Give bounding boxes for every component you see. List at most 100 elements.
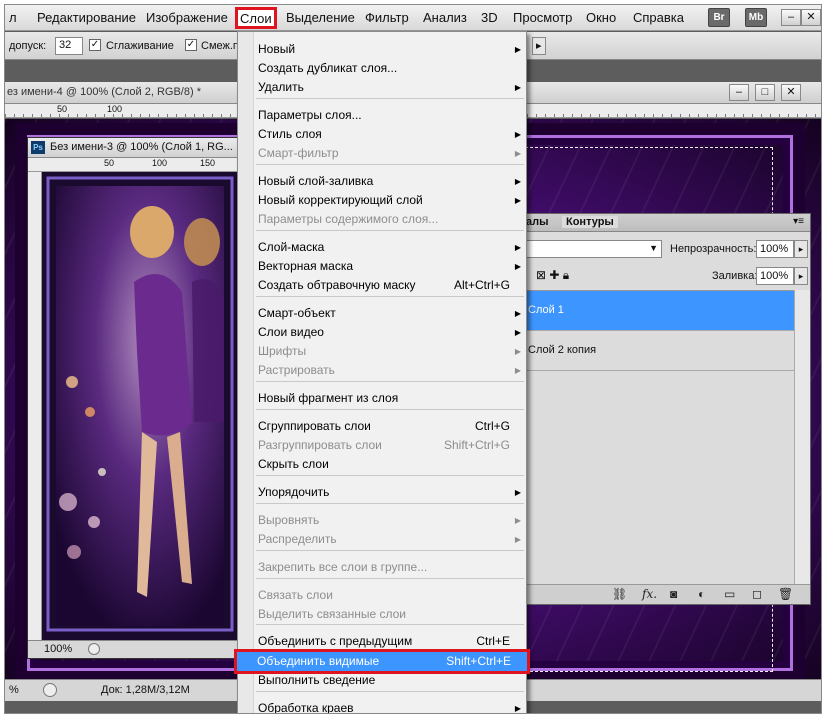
trash-icon[interactable]: 🗑︎ (778, 587, 793, 601)
document-3-window: Ps Без имени-3 @ 100% (Слой 1, RG... 50 … (27, 137, 239, 659)
menu-item[interactable]: Стиль слоя ▶ (238, 125, 526, 144)
menu-item[interactable]: Сгруппировать слои Ctrl+G (238, 417, 526, 436)
menu-item[interactable]: Упорядочить ▶ (238, 483, 526, 502)
menu-item[interactable]: Новый фрагмент из слоя (238, 389, 526, 408)
menu-item: Выделить связанные слои (238, 605, 526, 624)
menu-item-label: Растрировать (258, 363, 335, 377)
menu-filter[interactable]: Фильтр (365, 10, 409, 25)
menu-item-label: Шрифты (258, 344, 307, 358)
antialias-checkbox[interactable]: ✓ (89, 39, 101, 51)
fill-arrow-button[interactable]: ▸ (794, 267, 808, 285)
menu-item[interactable]: Новый ▶ (238, 40, 526, 59)
document-3-title: Без имени-3 @ 100% (Слой 1, RG... (50, 141, 233, 153)
menu-item[interactable]: Векторная маска ▶ (238, 257, 526, 276)
submenu-arrow-icon: ▶ (514, 366, 521, 375)
menu-analysis[interactable]: Анализ (423, 10, 467, 25)
layers-scrollbar[interactable] (794, 290, 810, 586)
menu-item-label: Слой-маска (258, 240, 325, 254)
menu-image[interactable]: Изображение (146, 10, 228, 25)
menu-layers[interactable]: Слои (235, 7, 277, 29)
link-icon[interactable]: ⛓ (612, 587, 627, 601)
layer-row[interactable]: Слой 2 копия (522, 331, 794, 371)
menu-separator (256, 503, 524, 504)
submenu-arrow-icon: ▶ (514, 328, 521, 337)
menu-item[interactable]: Слой-маска ▶ (238, 238, 526, 257)
menu-item-shortcut: Alt+Ctrl+G (453, 278, 510, 292)
menu-item: Параметры содержимого слоя... (238, 210, 526, 229)
menu-3d[interactable]: 3D (481, 10, 498, 25)
photoshop-window: л Редактирование Изображение Слои Выделе… (4, 4, 822, 714)
opacity-input[interactable]: 100% (756, 240, 794, 258)
blend-mode-select[interactable]: ▼ (522, 240, 662, 258)
menu-item[interactable]: Новый слой-заливка ▶ (238, 172, 526, 191)
menu-item-label: Объединить видимые (257, 654, 380, 668)
mask-icon[interactable]: ◙ (670, 587, 677, 601)
menu-separator (256, 381, 524, 382)
contiguous-checkbox[interactable]: ✓ (185, 39, 197, 51)
submenu-arrow-icon: ▶ (514, 262, 521, 271)
new-layer-icon[interactable]: ◻ (752, 587, 762, 601)
doc4-maximize-button[interactable]: □ (755, 84, 775, 101)
fill-input[interactable]: 100% (756, 267, 794, 285)
doc3-zoom-field[interactable]: 100% (44, 643, 72, 655)
photo-canvas[interactable] (42, 172, 238, 640)
chevron-down-icon: ▼ (649, 243, 658, 253)
fx-icon[interactable]: fx. (642, 587, 657, 601)
group-icon[interactable]: ▭ (724, 587, 735, 601)
layer-name: Слой 1 (528, 304, 564, 316)
panel-menu-icon[interactable]: ▾≡ (793, 216, 804, 227)
doc4-close-button[interactable]: ✕ (781, 84, 801, 101)
menu-item[interactable]: Удалить ▶ (238, 78, 526, 97)
menu-item[interactable]: Параметры слоя... (238, 106, 526, 125)
menu-window[interactable]: Окно (586, 10, 616, 25)
menu-item[interactable]: Обработка краев ▶ (238, 699, 526, 713)
tab-channels[interactable]: алы (526, 216, 549, 228)
menu-item[interactable]: Слои видео ▶ (238, 323, 526, 342)
window-minimize-button[interactable]: – (781, 9, 801, 26)
menu-item[interactable]: Скрыть слои (238, 455, 526, 474)
doc4-minimize-button[interactable]: – (729, 84, 749, 101)
menu-select[interactable]: Выделение (286, 10, 355, 25)
menu-view[interactable]: Просмотр (513, 10, 572, 25)
menu-file-partial[interactable]: л (9, 10, 17, 25)
menu-separator (256, 296, 524, 297)
layer-row-selected[interactable]: Слой 1 (522, 291, 794, 331)
opacity-arrow-button[interactable]: ▸ (794, 240, 808, 258)
document-3-titlebar[interactable]: Ps Без имени-3 @ 100% (Слой 1, RG... (28, 138, 238, 158)
lock-icons[interactable]: ⊠ ✚ 🔒︎ (536, 268, 569, 283)
menu-item-shortcut: Shift+Ctrl+E (446, 654, 511, 668)
document-3-ruler: 50 100 150 (28, 158, 238, 172)
panel-footer: ⛓ fx. ◙ ◐ ▭ ◻ 🗑︎ (522, 584, 810, 604)
menu-item[interactable]: Создать обтравочную маску Alt+Ctrl+G (238, 276, 526, 295)
zoom-icon[interactable] (43, 683, 57, 697)
menu-separator (256, 164, 524, 165)
menu-item[interactable]: Смарт-объект ▶ (238, 304, 526, 323)
menu-bar: л Редактирование Изображение Слои Выделе… (5, 5, 821, 31)
zoom-icon[interactable] (88, 643, 100, 655)
status-zoom[interactable]: % (9, 684, 19, 696)
ruler-mark: 150 (200, 158, 216, 168)
adjustment-icon[interactable]: ◐ (698, 587, 705, 601)
document-4-title: ез имени-4 @ 100% (Слой 2, RGB/8) * (7, 86, 201, 98)
menu-item: Выровнять ▶ (238, 511, 526, 530)
menu-item: Шрифты ▶ (238, 342, 526, 361)
options-arrow-button[interactable]: ▸ (532, 37, 546, 55)
tab-paths[interactable]: Контуры (562, 216, 618, 228)
menu-edit[interactable]: Редактирование (37, 10, 136, 25)
menu-help[interactable]: Справка (633, 10, 684, 25)
submenu-arrow-icon: ▶ (514, 535, 521, 544)
tolerance-input[interactable]: 32 (55, 37, 83, 55)
menu-item-label: Параметры слоя... (258, 108, 362, 122)
menu-item[interactable]: Выполнить сведение (238, 671, 526, 690)
opacity-label: Непрозрачность: (670, 243, 757, 255)
mini-bridge-icon[interactable]: Mb (745, 8, 767, 27)
panel-tab-bar: алы Контуры ▾≡ (522, 214, 810, 232)
menu-separator (256, 550, 524, 551)
contiguous-label: Смеж.п (201, 40, 239, 52)
document-3-statusbar: 100% (28, 640, 238, 658)
menu-item[interactable]: Создать дубликат слоя... (238, 59, 526, 78)
window-close-button[interactable]: ✕ (801, 9, 821, 26)
bridge-icon[interactable]: Br (708, 8, 730, 27)
menu-item: Связать слои (238, 586, 526, 605)
menu-item[interactable]: Новый корректирующий слой ▶ (238, 191, 526, 210)
